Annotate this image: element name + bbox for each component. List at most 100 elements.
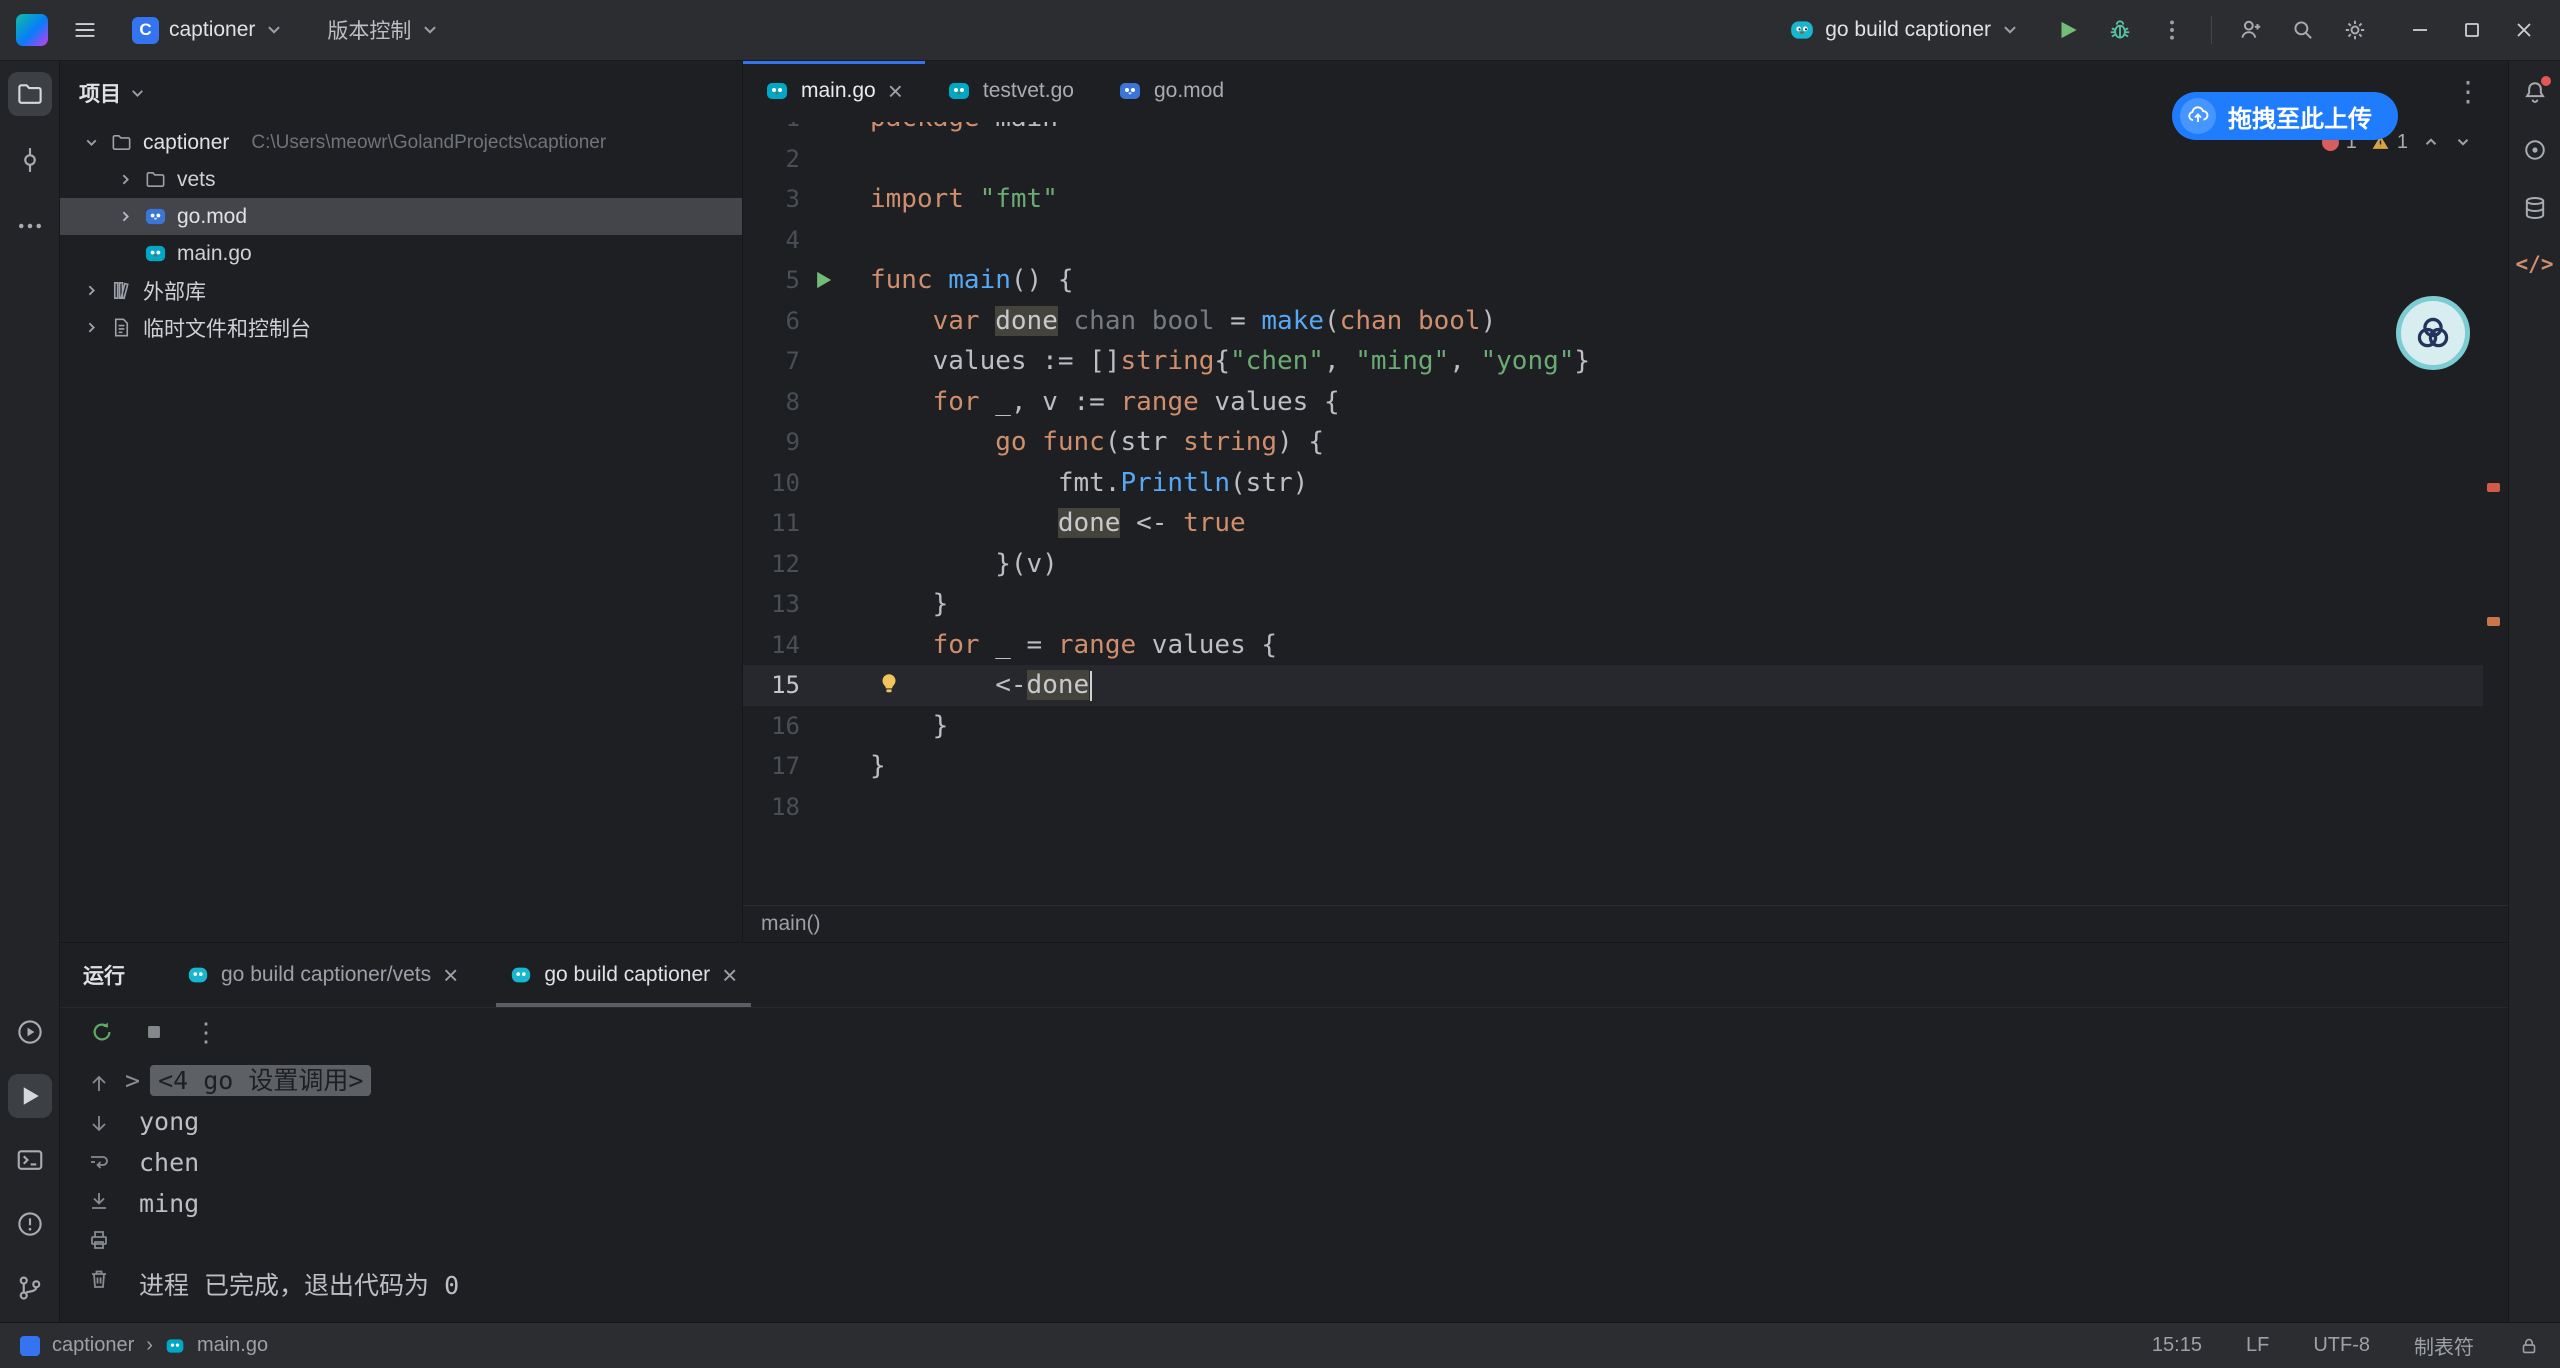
tree-item-vets[interactable]: vets: [59, 161, 742, 198]
search-everywhere-button[interactable]: [2290, 17, 2316, 43]
close-tab-icon[interactable]: ×: [722, 962, 737, 988]
code-line-13[interactable]: 13 }: [743, 584, 2483, 625]
code-line-4[interactable]: 4: [743, 220, 2483, 261]
more-actions-button[interactable]: [2159, 17, 2185, 43]
run-tool-window-button[interactable]: [8, 1074, 52, 1118]
code-line-12[interactable]: 12 }(v): [743, 544, 2483, 585]
console-command-line[interactable]: ><4 go 设置调用>: [139, 1060, 459, 1101]
tab-options-kebab-icon[interactable]: ⋮: [2454, 75, 2482, 108]
code-token: "yong": [1481, 346, 1575, 376]
code-line-6[interactable]: 6 var done chan bool = make(chan bool): [743, 301, 2483, 342]
status-breadcrumb-file[interactable]: main.go: [197, 1334, 268, 1357]
vcs-widget[interactable]: 版本控制: [317, 9, 449, 51]
editor-tab-testvet-go[interactable]: testvet.go: [925, 60, 1096, 122]
folded-command-chip[interactable]: <4 go 设置调用>: [150, 1065, 371, 1096]
code-line-7[interactable]: 7 values := []string{"chen", "ming", "yo…: [743, 341, 2483, 382]
problems-tool-window-button[interactable]: [8, 1202, 52, 1246]
more-tool-windows-button[interactable]: [8, 204, 52, 248]
scroll-to-end-icon[interactable]: [87, 1189, 111, 1213]
settings-button[interactable]: [2342, 17, 2368, 43]
close-tab-icon[interactable]: ×: [443, 962, 458, 988]
chevron-collapsed-icon[interactable]: [83, 319, 100, 336]
project-panel-header[interactable]: 项目: [59, 60, 742, 108]
code-token: func: [1042, 427, 1105, 457]
tree-item-external-libraries[interactable]: 外部库: [59, 272, 742, 309]
code-line-5[interactable]: 5func main() {: [743, 260, 2483, 301]
editor-breadcrumbs[interactable]: main(): [743, 905, 2508, 942]
code-line-15[interactable]: 15 <-done: [743, 665, 2483, 706]
code-line-16[interactable]: 16 }: [743, 706, 2483, 747]
code-line-14[interactable]: 14 for _ = range values {: [743, 625, 2483, 666]
database-button[interactable]: [2521, 194, 2549, 222]
main-menu-icon[interactable]: [72, 17, 98, 43]
code-line-8[interactable]: 8 for _, v := range values {: [743, 382, 2483, 423]
project-tool-window-button[interactable]: [8, 72, 52, 116]
down-stack-trace-icon[interactable]: [87, 1111, 111, 1135]
readonly-lock-icon[interactable]: [2518, 1335, 2540, 1357]
editor-tab-go-mod[interactable]: go.mod: [1096, 60, 1246, 122]
floating-avatar-overlay[interactable]: [2396, 296, 2470, 370]
chevron-collapsed-icon[interactable]: [83, 282, 100, 299]
code-with-me-button[interactable]: [2238, 17, 2264, 43]
code-line-9[interactable]: 9 go func(str string) {: [743, 422, 2483, 463]
project-tree: captioner C:\Users\meowr\GolandProjects\…: [59, 124, 742, 346]
tree-item-captioner-root[interactable]: captioner C:\Users\meowr\GolandProjects\…: [59, 124, 742, 161]
close-window-button[interactable]: [2498, 0, 2550, 60]
drag-upload-overlay[interactable]: 拖拽至此上传: [2172, 92, 2398, 140]
debug-button[interactable]: [2107, 17, 2133, 43]
code-line-11[interactable]: 11 done <- true: [743, 503, 2483, 544]
encoding-widget[interactable]: UTF-8: [2313, 1334, 2370, 1357]
services-tool-window-button[interactable]: [8, 1010, 52, 1054]
chevron-collapsed-icon[interactable]: [117, 171, 134, 188]
next-problem-chevron-icon[interactable]: [2454, 133, 2472, 151]
intention-bulb-icon[interactable]: [876, 671, 902, 697]
notifications-button[interactable]: [2521, 78, 2549, 106]
endpoints-button[interactable]: </>: [2516, 252, 2554, 277]
git-tool-window-button[interactable]: [8, 1266, 52, 1310]
warning-count-label: 1: [2397, 131, 2408, 154]
code-line-3[interactable]: 3import "fmt": [743, 179, 2483, 220]
up-stack-trace-icon[interactable]: [87, 1072, 111, 1096]
previous-problem-chevron-icon[interactable]: [2422, 133, 2440, 151]
code-token: package: [870, 122, 980, 133]
run-configuration-selector[interactable]: go build captioner: [1779, 11, 2029, 49]
chevron-expanded-icon[interactable]: [83, 134, 100, 151]
tree-item-label: vets: [177, 168, 216, 192]
editor-tab-main-go[interactable]: main.go ×: [743, 60, 925, 122]
stop-button[interactable]: [141, 1019, 167, 1045]
code-editor[interactable]: 1package main23import "fmt"45func main()…: [743, 122, 2483, 905]
terminal-tool-window-button[interactable]: [8, 1138, 52, 1182]
commit-tool-window-button[interactable]: [8, 138, 52, 182]
tree-item-main-go[interactable]: main.go: [59, 235, 742, 272]
code-line-18[interactable]: 18: [743, 787, 2483, 828]
project-widget[interactable]: C captioner: [122, 11, 293, 50]
error-stripe-mark[interactable]: [2487, 483, 2500, 492]
code-line-17[interactable]: 17}: [743, 746, 2483, 787]
chevron-collapsed-icon[interactable]: [117, 208, 134, 225]
tree-item-go-mod[interactable]: go.mod: [59, 198, 742, 235]
print-icon[interactable]: [87, 1228, 111, 1252]
line-separator-widget[interactable]: LF: [2246, 1334, 2269, 1357]
minimize-window-button[interactable]: [2394, 0, 2446, 60]
ai-assistant-button[interactable]: [2521, 136, 2549, 164]
breadcrumb-item[interactable]: main(): [761, 912, 821, 936]
indent-widget[interactable]: 制表符: [2414, 1331, 2474, 1360]
code-line-10[interactable]: 10 fmt.Println(str): [743, 463, 2483, 504]
clear-console-icon[interactable]: [87, 1267, 111, 1291]
console-output[interactable]: ><4 go 设置调用> yong chen ming 进程 已完成，退出代码为…: [139, 1056, 459, 1306]
run-tab-captioner[interactable]: go build captioner ×: [484, 943, 763, 1007]
warning-stripe-mark[interactable]: [2487, 617, 2500, 626]
run-tab-captioner-vets[interactable]: go build captioner/vets ×: [161, 943, 484, 1007]
code-line-2[interactable]: 2: [743, 139, 2483, 180]
console-options-kebab-icon[interactable]: ⋮: [193, 1017, 219, 1048]
tree-item-scratches[interactable]: 临时文件和控制台: [59, 309, 742, 346]
status-breadcrumb-project[interactable]: captioner: [52, 1334, 134, 1357]
run-line-gutter-icon[interactable]: [809, 266, 837, 294]
cursor-position-widget[interactable]: 15:15: [2152, 1334, 2202, 1357]
close-tab-icon[interactable]: ×: [888, 78, 903, 104]
maximize-window-button[interactable]: [2446, 0, 2498, 60]
fold-prompt-icon[interactable]: >: [125, 1066, 140, 1095]
soft-wrap-icon[interactable]: [87, 1150, 111, 1174]
run-button[interactable]: [2055, 17, 2081, 43]
rerun-button[interactable]: [89, 1019, 115, 1045]
